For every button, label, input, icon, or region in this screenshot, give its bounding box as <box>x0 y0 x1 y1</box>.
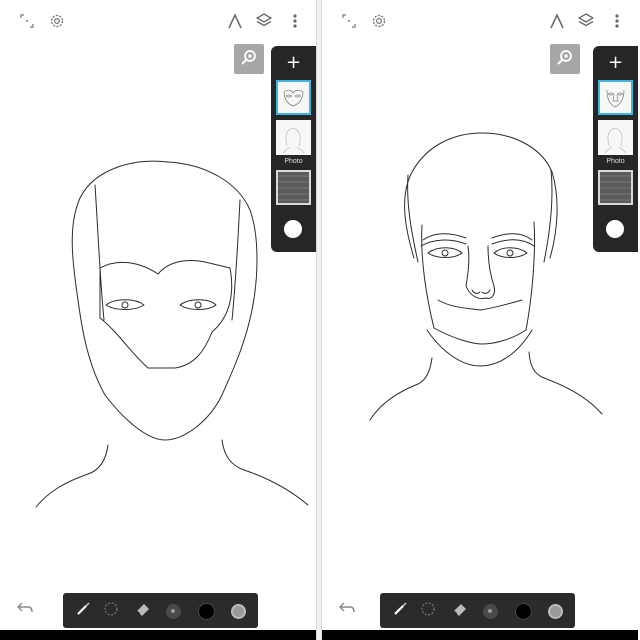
selection-tool[interactable] <box>99 599 123 623</box>
opacity-tool[interactable] <box>543 599 567 623</box>
opacity-icon <box>547 603 563 619</box>
brush-icon <box>392 601 408 621</box>
layer-color-button[interactable] <box>284 220 302 238</box>
opacity-tool[interactable] <box>226 599 250 623</box>
gear-icon[interactable] <box>368 10 390 32</box>
eraser-tool[interactable] <box>448 599 472 623</box>
eraser-icon <box>135 601 151 621</box>
fit-screen-icon[interactable] <box>338 10 360 32</box>
color-swatch-icon <box>514 602 532 620</box>
more-vertical-icon[interactable] <box>606 10 628 32</box>
add-layer-button[interactable]: + <box>593 52 638 74</box>
layer-thumbnail-drawing[interactable] <box>276 80 311 115</box>
brush-tool[interactable] <box>388 599 412 623</box>
brush-tool[interactable] <box>71 599 95 623</box>
layers-icon[interactable] <box>253 10 275 32</box>
drawing-screen-after: + Photo <box>322 0 638 640</box>
color-tool[interactable] <box>511 599 535 623</box>
layer-color-button[interactable] <box>606 220 624 238</box>
face-sketch-canvas[interactable] <box>0 0 316 640</box>
photo-layer-label: Photo <box>284 158 303 165</box>
selection-icon <box>103 601 119 621</box>
gear-icon[interactable] <box>46 10 68 32</box>
brush-size-icon <box>165 603 181 619</box>
eraser-icon <box>452 601 468 621</box>
brush-size-tool[interactable] <box>161 599 185 623</box>
layer-thumbnail-background[interactable] <box>598 170 633 205</box>
color-swatch-icon <box>197 602 215 620</box>
drawing-screen-before: + Photo <box>0 0 316 640</box>
magnifier-reference-icon <box>556 48 574 70</box>
layers-panel: + Photo <box>271 46 316 252</box>
layers-icon[interactable] <box>575 10 597 32</box>
brush-size-tool[interactable] <box>478 599 502 623</box>
tool-bar <box>63 593 258 628</box>
more-vertical-icon[interactable] <box>284 10 306 32</box>
ruler-icon[interactable] <box>546 10 568 32</box>
reference-button[interactable] <box>234 44 264 74</box>
opacity-icon <box>230 603 246 619</box>
system-nav-bar <box>322 630 638 640</box>
undo-icon[interactable] <box>336 597 358 617</box>
brush-size-icon <box>482 603 498 619</box>
system-nav-bar <box>0 630 316 640</box>
eraser-tool[interactable] <box>131 599 155 623</box>
ruler-icon[interactable] <box>224 10 246 32</box>
selection-tool[interactable] <box>416 599 440 623</box>
brush-icon <box>75 601 91 621</box>
add-layer-button[interactable]: + <box>271 52 316 74</box>
magnifier-reference-icon <box>240 48 258 70</box>
reference-button[interactable] <box>550 44 580 74</box>
layers-panel: + Photo <box>593 46 638 252</box>
photo-layer-label: Photo <box>606 158 625 165</box>
layer-thumbnail-drawing[interactable] <box>598 80 633 115</box>
fit-screen-icon[interactable] <box>16 10 38 32</box>
selection-icon <box>420 601 436 621</box>
layer-thumbnail-photo[interactable] <box>598 120 633 155</box>
tool-bar <box>380 593 575 628</box>
undo-icon[interactable] <box>14 597 36 617</box>
color-tool[interactable] <box>194 599 218 623</box>
face-sketch-canvas[interactable] <box>322 0 638 640</box>
layer-thumbnail-background[interactable] <box>276 170 311 205</box>
layer-thumbnail-photo[interactable] <box>276 120 311 155</box>
